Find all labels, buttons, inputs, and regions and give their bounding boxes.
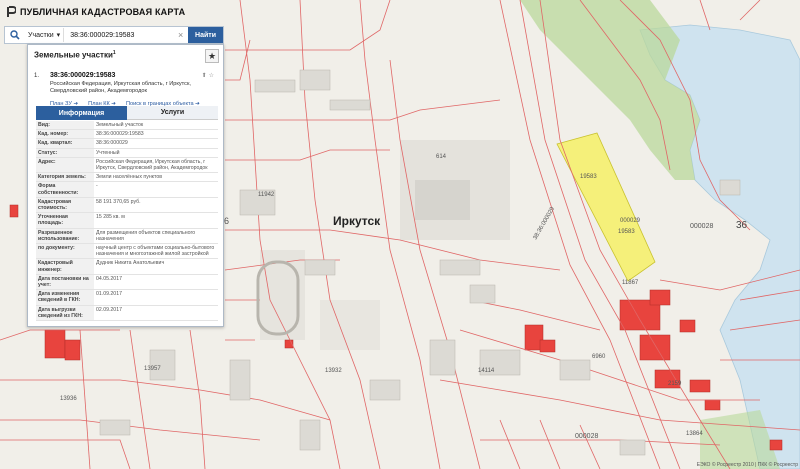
result-address: Российская Федерация, Иркутская область,… xyxy=(50,81,191,94)
info-row: Кад. номер: 38:36:000029:19583 xyxy=(36,129,218,140)
info-key: Кадастровый инженер: xyxy=(36,258,94,275)
tab-information[interactable]: Информация xyxy=(36,106,127,120)
app-title: ПУБЛИЧНАЯ КАДАСТРОВАЯ КАРТА xyxy=(20,7,186,17)
search-type-label: Участки xyxy=(28,31,54,39)
favorite-star-icon[interactable]: ★ xyxy=(205,49,219,63)
info-row: Кадастровый инженер: Дудник Никита Анатол… xyxy=(36,258,218,275)
logo-icon xyxy=(7,6,16,17)
svg-text:13957: 13957 xyxy=(144,366,161,372)
info-value: Для размещения объектов специального наз… xyxy=(94,228,218,245)
info-row: Категория земель: Земли населённых пункто… xyxy=(36,172,218,183)
info-value: 04.05.2017 xyxy=(94,274,218,291)
info-value: 15 285 кв. м xyxy=(94,212,218,229)
info-value: 02.09.2017 xyxy=(94,305,218,322)
info-value: Учтенный xyxy=(94,148,218,158)
svg-text:000028: 000028 xyxy=(690,223,713,230)
search-type-select[interactable]: Участки ▾ xyxy=(25,28,65,42)
svg-text:614: 614 xyxy=(436,154,447,160)
tab-services[interactable]: Услуги xyxy=(127,106,218,120)
info-row: Дата изменения сведений в ГКН: 01.09.2017 xyxy=(36,289,218,306)
svg-text:6: 6 xyxy=(224,216,229,226)
info-row: по документу: научный центр с объектами с… xyxy=(36,243,218,260)
info-key: Разрешенное использование: xyxy=(36,228,94,245)
info-value: Земельный участок xyxy=(94,121,218,131)
info-key: Дата изменения сведений в ГКН: xyxy=(36,289,94,306)
info-key: Вид: xyxy=(36,121,94,131)
result-actions-icon[interactable]: ⬆☆ xyxy=(202,72,216,79)
info-value: 58 191 370,65 руб. xyxy=(94,197,218,214)
info-key: Кад. квартал: xyxy=(36,138,94,149)
svg-text:13932: 13932 xyxy=(325,368,342,374)
info-key: Форма собственности: xyxy=(36,181,94,198)
info-key: по документу: xyxy=(36,243,94,260)
results-panel: Земельные участки1 ★ 1. 38:36:000029:195… xyxy=(27,44,224,327)
info-value: научный центр с объектами социально-быто… xyxy=(94,243,218,260)
result-cad-number[interactable]: 38:36:000029:19583 xyxy=(50,72,115,79)
info-table: Вид: Земельный участок Кад. номер: 38:36:00… xyxy=(36,121,218,322)
info-key: Кад. номер: xyxy=(36,129,94,140)
info-key: Категория земель: xyxy=(36,172,94,183)
info-value: - xyxy=(94,181,218,198)
result-index: 1. xyxy=(34,73,40,79)
svg-text:13864: 13864 xyxy=(686,431,703,437)
map-viewport[interactable]: 614 19583 000029 19583 000028 36 11867 1… xyxy=(0,0,800,469)
info-value: 01.09.2017 xyxy=(94,289,218,306)
search-bar: Участки ▾ 38:36:000029:19583 × Найти xyxy=(4,26,224,44)
info-value: 38:36:000029 xyxy=(94,138,218,149)
info-row: Дата выгрузки сведений из ГКН: 02.09.2017 xyxy=(36,305,218,322)
svg-text:000028: 000028 xyxy=(575,433,598,440)
info-row: Адрес: Российская Федерация, Иркутская об… xyxy=(36,157,218,174)
info-row: Дата постановки на учет: 04.05.2017 xyxy=(36,274,218,291)
info-row: Кад. квартал: 38:36:000029 xyxy=(36,138,218,149)
info-row: Кадастровая стоимость: 58 191 370,65 руб. xyxy=(36,197,218,214)
svg-text:36: 36 xyxy=(736,220,748,231)
block xyxy=(415,180,470,220)
search-input[interactable]: 38:36:000029:19583 xyxy=(64,32,178,39)
svg-text:19583: 19583 xyxy=(618,229,635,235)
info-value: 38:36:000029:19583 xyxy=(94,129,218,140)
svg-text:19583: 19583 xyxy=(580,174,597,180)
svg-text:6960: 6960 xyxy=(592,354,606,360)
chevron-down-icon: ▾ xyxy=(56,32,61,39)
info-tabs: Информация Услуги xyxy=(36,106,218,120)
info-row: Уточненная площадь: 15 285 кв. м xyxy=(36,212,218,229)
search-icon[interactable] xyxy=(5,27,25,43)
svg-text:2159: 2159 xyxy=(668,381,682,387)
info-row: Разрешенное использование: Для размещения… xyxy=(36,228,218,245)
info-value: Земли населённых пунктов xyxy=(94,172,218,183)
clear-icon[interactable]: × xyxy=(178,30,188,40)
info-row: Статус: Учтенный xyxy=(36,148,218,158)
svg-text:000029: 000029 xyxy=(620,218,641,224)
panel-title: Земельные участки1 xyxy=(34,50,116,60)
svg-text:11867: 11867 xyxy=(622,280,639,286)
app-header: ПУБЛИЧНАЯ КАДАСТРОВАЯ КАРТА xyxy=(0,0,800,24)
info-key: Статус: xyxy=(36,148,94,158)
info-value: Дудник Никита Анатольевич xyxy=(94,258,218,275)
search-button[interactable]: Найти xyxy=(188,27,223,43)
svg-text:14114: 14114 xyxy=(478,368,495,374)
info-key: Адрес: xyxy=(36,157,94,174)
info-value: Российская Федерация, Иркутская область,… xyxy=(94,157,218,174)
map-footer: ЕЭКО © Росреестр 2010 | ПКК © Росреестр xyxy=(696,462,798,468)
info-key: Кадастровая стоимость: xyxy=(36,197,94,214)
info-key: Уточненная площадь: xyxy=(36,212,94,229)
info-row: Вид: Земельный участок xyxy=(36,121,218,131)
info-key: Дата постановки на учет: xyxy=(36,274,94,291)
info-row: Форма собственности: - xyxy=(36,181,218,198)
svg-text:13936: 13936 xyxy=(60,396,77,402)
city-label: Иркутск xyxy=(333,214,381,228)
svg-text:11942: 11942 xyxy=(258,192,275,198)
info-key: Дата выгрузки сведений из ГКН: xyxy=(36,305,94,322)
block xyxy=(320,300,380,350)
